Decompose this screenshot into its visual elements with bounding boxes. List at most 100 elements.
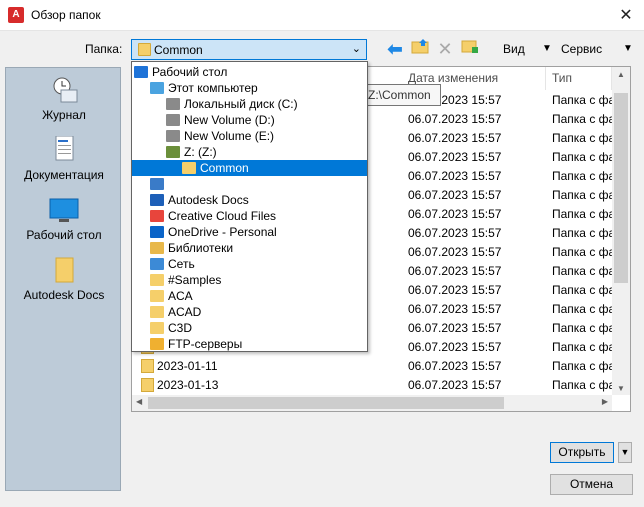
libraries-icon: [150, 242, 164, 254]
cancel-button[interactable]: Отмена: [550, 474, 633, 495]
open-button[interactable]: Открыть: [550, 442, 614, 463]
network-icon: [150, 258, 164, 270]
desktop-icon: [49, 196, 79, 224]
scroll-left-icon[interactable]: ◀: [136, 397, 142, 406]
table-row[interactable]: 2023-01-11 06.07.2023 15:57 Папка с фай: [132, 357, 622, 376]
row-name: 2023-01-13: [157, 378, 219, 392]
drive-icon: [166, 114, 180, 126]
place-desktop[interactable]: Рабочий стол: [6, 196, 122, 242]
service-menu[interactable]: Сервис: [561, 42, 602, 56]
row-date: 06.07.2023 15:57: [408, 207, 502, 221]
scroll-right-icon[interactable]: ▶: [602, 397, 608, 406]
dropdown-item-label: #Samples: [168, 273, 222, 287]
dropdown-item[interactable]: New Volume (E:): [132, 128, 274, 144]
new-folder-icon[interactable]: [459, 38, 481, 60]
folder-icon: [150, 290, 164, 302]
dropdown-item[interactable]: [132, 176, 168, 192]
hscrollbar-thumb[interactable]: [148, 397, 504, 409]
dropdown-item[interactable]: C3D: [132, 320, 192, 336]
place-history-label: Журнал: [42, 108, 86, 122]
dropdown-item[interactable]: ACAD: [132, 304, 201, 320]
place-history[interactable]: Журнал: [6, 76, 122, 122]
up-folder-icon[interactable]: [409, 38, 431, 60]
scroll-up-icon[interactable]: ▲: [617, 70, 625, 79]
dropdown-item[interactable]: FTP-серверы: [132, 336, 242, 352]
dropdown-item-label: Сеть: [168, 257, 195, 271]
folder-combo[interactable]: Common ⌄: [131, 39, 367, 60]
dropdown-item-label: Autodesk Docs: [168, 193, 249, 207]
service-dropdown-icon[interactable]: ▼: [623, 43, 633, 54]
dropdown-item-label: FTP-серверы: [168, 337, 243, 351]
dropdown-item-label: Локальный диск (C:): [184, 97, 298, 111]
folder-icon: [182, 162, 196, 174]
folder-icon: [138, 43, 151, 56]
horizontal-scrollbar[interactable]: ◀ ▶: [132, 395, 612, 411]
row-date: 06.07.2023 15:57: [408, 188, 502, 202]
view-dropdown-icon[interactable]: ▼: [542, 43, 552, 54]
place-desktop-label: Рабочий стол: [26, 228, 102, 242]
folder-icon: [49, 256, 79, 284]
dropdown-item-label: New Volume (E:): [184, 129, 275, 143]
dropdown-item[interactable]: Этот компьютер: [132, 80, 258, 96]
dropdown-item[interactable]: Рабочий стол: [132, 64, 227, 80]
dropdown-item-label: Z: (Z:): [184, 145, 217, 159]
row-date: 06.07.2023 15:57: [408, 264, 502, 278]
folder-combo-value: Common: [154, 43, 203, 57]
row-date: 06.07.2023 15:57: [408, 378, 502, 392]
folder-label: Папка:: [85, 42, 123, 56]
dropdown-item-label: Common: [200, 161, 249, 175]
row-date: 06.07.2023 15:57: [408, 359, 502, 373]
dropdown-item[interactable]: ACA: [132, 288, 193, 304]
view-menu[interactable]: Вид: [503, 42, 525, 56]
dropdown-item[interactable]: Сеть: [132, 256, 195, 272]
row-date: 06.07.2023 15:57: [408, 131, 502, 145]
place-docs[interactable]: Документация: [6, 135, 122, 182]
chevron-down-icon: ⌄: [351, 43, 361, 55]
drive-icon: [166, 98, 180, 110]
dropdown-item-label: Creative Cloud Files: [168, 209, 277, 223]
dropdown-item[interactable]: New Volume (D:): [132, 112, 275, 128]
dropdown-item[interactable]: #Samples: [132, 272, 221, 288]
document-icon: [49, 135, 79, 164]
dropdown-item[interactable]: OneDrive - Personal: [132, 224, 277, 240]
folder-icon: [150, 274, 164, 286]
places-bar: Журнал Документация Рабочий стол Autodes…: [5, 67, 121, 491]
place-autodesk-docs[interactable]: Autodesk Docs: [6, 256, 122, 302]
desktop-icon: [134, 66, 148, 78]
row-date: 06.07.2023 15:57: [408, 245, 502, 259]
place-docs-label: Документация: [24, 168, 104, 182]
computer-icon: [150, 82, 164, 94]
row-name: 2023-01-11: [157, 359, 218, 373]
dropdown-item-label: Этот компьютер: [168, 81, 258, 95]
open-dropdown-button[interactable]: ▼: [618, 442, 632, 463]
dropdown-item[interactable]: Creative Cloud Files: [132, 208, 276, 224]
back-arrow-icon[interactable]: ⬅: [384, 38, 406, 60]
row-date: 06.07.2023 15:57: [408, 150, 502, 164]
dropdown-item[interactable]: Z: (Z:): [132, 144, 217, 160]
dropdown-item[interactable]: Autodesk Docs: [132, 192, 249, 208]
table-row[interactable]: 2023-01-13 06.07.2023 15:57 Папка с фай: [132, 376, 622, 395]
dropdown-item-label: ACA: [168, 289, 193, 303]
scroll-down-icon[interactable]: ▼: [617, 384, 625, 393]
vertical-scrollbar[interactable]: ▲ ▼: [612, 67, 630, 395]
folder-icon: [150, 322, 164, 334]
user-icon: [150, 178, 164, 190]
place-autodesk-docs-label: Autodesk Docs: [23, 288, 105, 302]
dropdown-item[interactable]: Common: [132, 160, 367, 176]
dropdown-item[interactable]: Локальный диск (C:): [132, 96, 298, 112]
column-header-type[interactable]: Тип: [546, 67, 612, 90]
folder-dropdown[interactable]: Рабочий стол Этот компьютер Локальный диск…: [131, 61, 368, 352]
ftp-icon: [150, 338, 164, 350]
close-icon[interactable]: ✕: [608, 0, 644, 31]
title-bar: A Обзор папок ✕: [0, 0, 644, 31]
onedrive-icon: [150, 226, 164, 238]
row-date: 06.07.2023 15:57: [408, 321, 502, 335]
scrollbar-thumb[interactable]: [614, 93, 628, 283]
dropdown-item-label: OneDrive - Personal: [168, 225, 277, 239]
row-date: 06.07.2023 15:57: [408, 169, 502, 183]
dropdown-item[interactable]: Библиотеки: [132, 240, 233, 256]
dropdown-item-label: Библиотеки: [168, 241, 234, 255]
dropdown-item-label: C3D: [168, 321, 193, 335]
network-drive-icon: [166, 146, 180, 158]
delete-icon[interactable]: ✕: [434, 38, 456, 60]
